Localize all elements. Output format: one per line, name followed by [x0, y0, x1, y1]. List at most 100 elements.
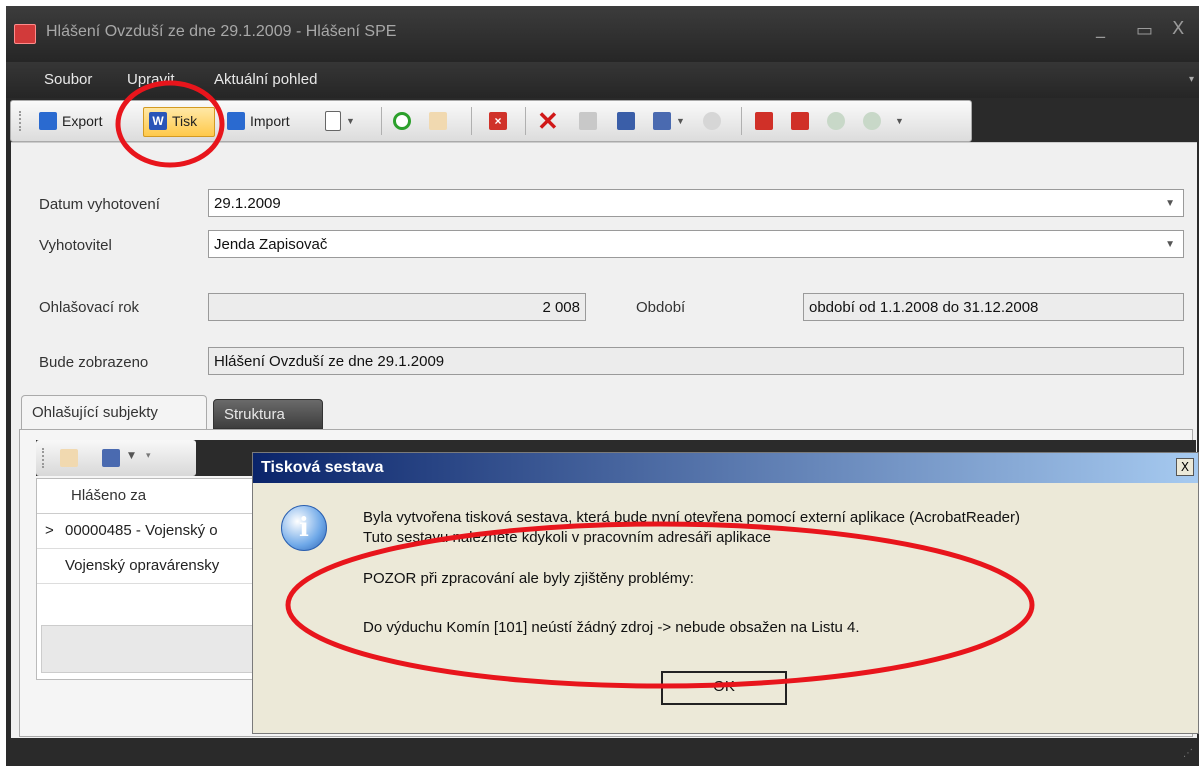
dialog-close-button[interactable]: X	[1176, 458, 1194, 476]
row-indicator: >	[45, 522, 54, 539]
hand-icon[interactable]	[60, 449, 78, 467]
chevron-down-icon: ▼	[895, 116, 904, 126]
export-label: Export	[62, 113, 103, 129]
dialog-warning-detail: Do výduchu Komín [101] neústí žádný zdro…	[363, 619, 860, 636]
paste-dropdown-icon[interactable]: ▼	[676, 116, 685, 126]
datum-dropdown-icon[interactable]: ▼	[1165, 198, 1175, 209]
new-document-icon	[325, 111, 341, 131]
table-row[interactable]: Vojenský opravárensky	[37, 549, 277, 584]
stop-button[interactable]	[791, 109, 809, 133]
hand-icon	[429, 112, 447, 130]
vyhotovitel-field[interactable]: Jenda Zapisovač ▼	[208, 230, 1184, 258]
hand-button[interactable]	[429, 109, 447, 133]
tisk-label: Tisk	[172, 113, 198, 129]
title-bar[interactable]: Hlášení Ovzduší ze dne 29.1.2009 - Hláše…	[6, 6, 1199, 62]
word-icon: W	[149, 112, 167, 130]
rok-label: Ohlašovací rok	[39, 299, 140, 316]
main-toolbar: Export W Tisk Import ▼ × ✕ ▼ ▼	[10, 100, 972, 142]
vyhotovitel-dropdown-icon[interactable]: ▼	[1165, 239, 1175, 250]
delete-record-button[interactable]: ×	[489, 109, 507, 133]
zobrazeno-value: Hlášení Ovzduší ze dne 29.1.2009	[214, 353, 445, 370]
vyhotovitel-label: Vyhotovitel	[39, 237, 112, 254]
down-icon	[863, 112, 881, 130]
delete-button[interactable]: ✕	[537, 108, 559, 134]
menu-soubor[interactable]: Soubor	[44, 71, 92, 88]
paste-button[interactable]: ▼	[653, 109, 685, 133]
new-document-button[interactable]: ▼	[325, 109, 355, 133]
export-icon	[39, 112, 57, 130]
zobrazeno-label: Bude zobrazeno	[39, 354, 149, 371]
resize-grip-icon[interactable]: ⋰	[1183, 748, 1193, 759]
new-document-dropdown-icon[interactable]: ▼	[346, 116, 355, 126]
toolbar-separator	[381, 107, 382, 135]
delete-record-icon: ×	[489, 112, 507, 130]
info-icon: i	[281, 505, 327, 551]
rok-field: 2 008	[208, 293, 586, 321]
tab-ohlasujici-subjekty[interactable]: Ohlašující subjekty	[21, 395, 207, 429]
minimize-button[interactable]: _	[1096, 18, 1105, 39]
datum-label: Datum vyhotovení	[39, 196, 160, 213]
rok-value: 2 008	[542, 299, 580, 316]
table-row[interactable]: > 00000485 - Vojenský o	[37, 514, 277, 549]
dialog-warning-heading: POZOR při zpracování ale byly zjištěny p…	[363, 570, 694, 587]
up-icon	[827, 112, 845, 130]
tisk-button[interactable]: W Tisk	[149, 109, 197, 133]
calendar-icon	[755, 112, 773, 130]
vyhotovitel-value: Jenda Zapisovač	[214, 236, 328, 253]
paste-dropdown-icon[interactable]: ▼	[128, 451, 135, 461]
grid-toolbar: ▼ ▾	[36, 440, 196, 476]
copy-button[interactable]	[617, 109, 635, 133]
tiskova-sestava-dialog: Tisková sestava X i Byla vytvořena tisko…	[252, 452, 1199, 734]
obdobi-field: období od 1.1.2008 do 31.12.2008	[803, 293, 1184, 321]
dialog-message-line1: Byla vytvořena tisková sestava, která bu…	[363, 509, 1021, 526]
dialog-title: Tisková sestava	[261, 459, 384, 476]
grid-footer	[41, 625, 273, 673]
datum-field[interactable]: 29.1.2009 ▼	[208, 189, 1184, 217]
close-button[interactable]: X	[1172, 18, 1184, 39]
grid-cell: 00000485 - Vojenský o	[65, 522, 218, 539]
toolbar-overflow[interactable]: ▼	[895, 109, 904, 133]
grid-toolbar-grip[interactable]	[42, 448, 47, 468]
paste-icon[interactable]	[102, 449, 120, 467]
menu-aktualni-pohled[interactable]: Aktuální pohled	[214, 71, 317, 88]
dialog-message-line2: Tuto sestavu naleznete kdykoli v pracovn…	[363, 529, 771, 546]
refresh-button[interactable]	[393, 109, 411, 133]
undo-icon	[703, 112, 721, 130]
status-bar: ⋰	[6, 738, 1199, 766]
toolbar-separator	[525, 107, 526, 135]
menu-upravit[interactable]: Upravit	[127, 71, 175, 88]
move-down-button[interactable]	[863, 109, 881, 133]
zobrazeno-field: Hlášení Ovzduší ze dne 29.1.2009	[208, 347, 1184, 375]
calendar-button[interactable]	[755, 109, 773, 133]
toolbar-separator	[471, 107, 472, 135]
toolbar-grip[interactable]	[19, 111, 25, 131]
grid-cell: Vojenský opravárensky	[65, 557, 220, 574]
tab-struktura[interactable]: Struktura	[213, 399, 323, 429]
dialog-title-bar[interactable]: Tisková sestava X	[253, 453, 1198, 483]
import-button[interactable]: Import	[227, 109, 290, 133]
window-title: Hlášení Ovzduší ze dne 29.1.2009 - Hláše…	[46, 23, 397, 40]
menu-overflow-icon[interactable]: ▾	[1189, 74, 1194, 85]
undo-button[interactable]	[703, 109, 721, 133]
import-label: Import	[250, 113, 290, 129]
obdobi-value: období od 1.1.2008 do 31.12.2008	[809, 299, 1039, 316]
save-icon	[579, 112, 597, 130]
export-button[interactable]: Export	[39, 109, 102, 133]
subjects-grid: Hlášeno za > 00000485 - Vojenský o Vojen…	[36, 478, 278, 680]
toolbar-separator	[741, 107, 742, 135]
maximize-button[interactable]: ▭	[1136, 20, 1153, 41]
copy-icon	[617, 112, 635, 130]
refresh-icon	[393, 112, 411, 130]
app-icon	[14, 24, 36, 44]
move-up-button[interactable]	[827, 109, 845, 133]
menu-bar: Soubor Upravit Aktuální pohled ▾	[6, 62, 1199, 98]
grid-header-row: Hlášeno za	[37, 479, 277, 514]
obdobi-label: Období	[636, 299, 686, 316]
ok-button[interactable]: OK	[661, 671, 787, 705]
save-button[interactable]	[579, 109, 597, 133]
stop-icon	[791, 112, 809, 130]
datum-value: 29.1.2009	[214, 195, 281, 212]
grid-header-hlaseno-za[interactable]: Hlášeno za	[71, 487, 146, 504]
chevron-down-icon[interactable]: ▾	[146, 451, 151, 461]
import-icon	[227, 112, 245, 130]
